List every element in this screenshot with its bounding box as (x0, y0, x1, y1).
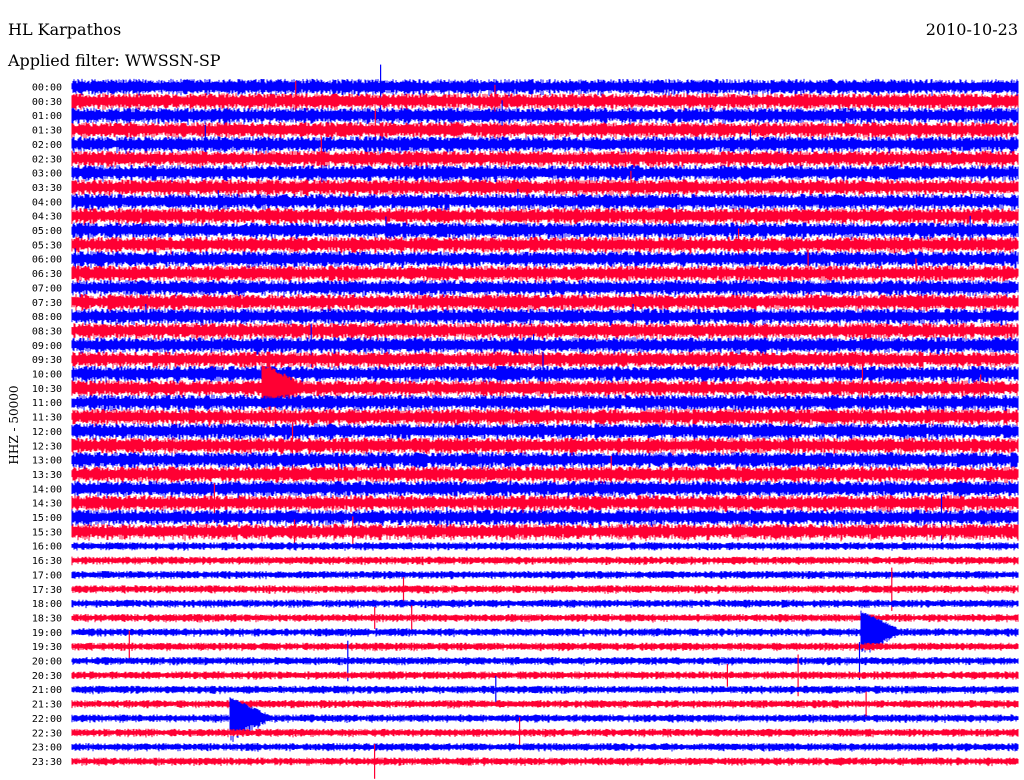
row-label: 03:00 (32, 169, 62, 180)
trace-row (71, 208, 1019, 226)
row-label: 07:30 (32, 298, 62, 309)
row-label: 18:30 (32, 613, 62, 624)
row-label: 03:30 (32, 183, 62, 194)
row-label: 07:00 (32, 283, 62, 294)
row-label: 19:00 (32, 628, 62, 639)
row-label: 21:30 (32, 700, 62, 711)
trace-row (71, 671, 1019, 680)
row-label: 16:30 (32, 556, 62, 567)
row-label: 04:30 (32, 212, 62, 223)
trace-row (71, 394, 1019, 413)
row-label: 16:00 (32, 542, 62, 553)
trace-row (71, 423, 1019, 442)
row-label: 17:30 (32, 585, 62, 596)
row-label: 19:30 (32, 642, 62, 653)
trace-row (71, 365, 1019, 384)
trace-row (71, 107, 1019, 126)
row-labels-group: 00:00 00:30 01:00 01:30 02:00 02:30 03:00 03:30… (32, 83, 62, 768)
row-label: 02:00 (32, 140, 62, 151)
traces-group (71, 64, 1019, 779)
row-label: 22:00 (32, 714, 62, 725)
row-label: 12:00 (32, 427, 62, 438)
trace-row (71, 279, 1019, 298)
row-label: 18:00 (32, 599, 62, 610)
row-label: 11:30 (32, 413, 62, 424)
row-label: 10:30 (32, 384, 62, 395)
trace-row (71, 193, 1019, 212)
row-label: 08:30 (32, 326, 62, 337)
trace-row (71, 700, 1019, 709)
row-label: 06:00 (32, 255, 62, 266)
row-label: 01:30 (32, 126, 62, 137)
row-label: 05:00 (32, 226, 62, 237)
trace-row (71, 523, 1019, 542)
row-label: 09:00 (32, 341, 62, 352)
trace-row (71, 93, 1019, 111)
row-label: 02:30 (32, 154, 62, 165)
row-label: 14:00 (32, 484, 62, 495)
row-label: 20:30 (32, 671, 62, 682)
trace-row (71, 308, 1019, 326)
trace-row (71, 351, 1019, 370)
row-label: 09:30 (32, 355, 62, 366)
trace-row (71, 78, 1019, 97)
row-label: 15:30 (32, 527, 62, 538)
trace-row (71, 685, 1019, 695)
row-label: 10:00 (32, 370, 62, 381)
row-label: 00:00 (32, 83, 62, 94)
trace-row (71, 452, 1019, 470)
row-label: 06:30 (32, 269, 62, 280)
row-label: 20:00 (32, 657, 62, 668)
row-label: 04:00 (32, 197, 62, 208)
trace-row (71, 585, 1019, 594)
trace-row (71, 437, 1019, 456)
trace-row (71, 642, 1019, 652)
trace-row (71, 757, 1019, 767)
row-label: 01:00 (32, 111, 62, 122)
row-label: 14:30 (32, 499, 62, 510)
trace-row (71, 542, 1019, 551)
row-label: 11:00 (32, 398, 62, 409)
row-label: 22:30 (32, 728, 62, 739)
row-label: 08:00 (32, 312, 62, 323)
trace-row (71, 556, 1019, 566)
trace-row (71, 743, 1019, 752)
trace-row (71, 657, 1019, 666)
row-label: 21:00 (32, 685, 62, 696)
row-label: 05:30 (32, 240, 62, 251)
row-label: 13:00 (32, 456, 62, 467)
seismogram-plot: 00:00 00:30 01:00 01:30 02:00 02:30 03:00 03:30… (32, 64, 1019, 779)
row-label: 23:00 (32, 743, 62, 754)
row-label: 15:00 (32, 513, 62, 524)
row-label: 23:30 (32, 757, 62, 768)
row-label: 13:30 (32, 470, 62, 481)
trace-row (71, 150, 1019, 169)
trace-row (71, 570, 1019, 580)
row-label: 12:30 (32, 441, 62, 452)
trace-row (71, 599, 1019, 609)
row-label: 17:00 (32, 570, 62, 581)
trace-row (71, 728, 1019, 738)
row-label: 00:30 (32, 97, 62, 108)
trace-row (71, 466, 1019, 484)
